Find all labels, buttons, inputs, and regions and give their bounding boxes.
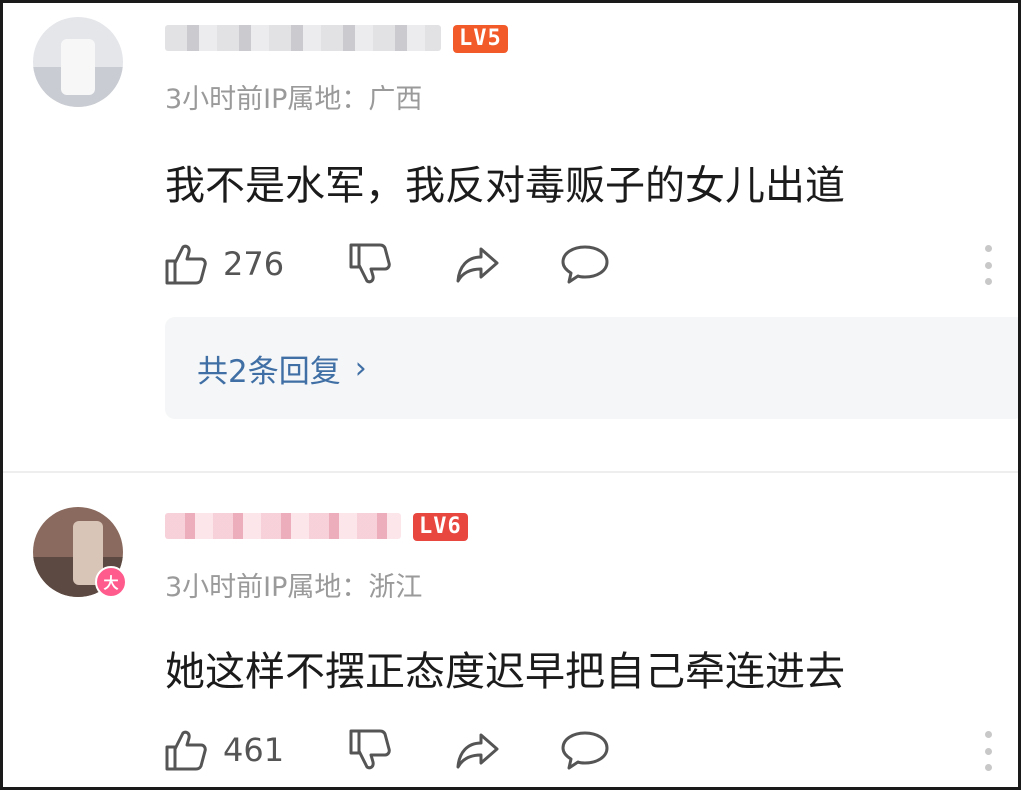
username-blurred[interactable] [165,25,441,51]
speech-bubble-icon [559,241,611,287]
comment-item: LV5 3小时前IP属地：广西 我不是水军，我反对毒贩子的女儿出道 276 共2… [3,3,1018,471]
chevron-right-icon: › [354,350,367,386]
level-badge: LV6 [413,513,468,541]
like-count: 276 [223,245,285,283]
speech-bubble-icon [559,727,611,773]
share-button[interactable] [453,239,503,289]
comment-meta: 3小时前IP属地：浙江 [165,572,423,603]
view-replies-link[interactable]: 共2条回复 › [197,346,367,391]
thumbs-down-icon [347,241,393,287]
replies-count-label: 共2条回复 [197,353,341,390]
dislike-button[interactable] [347,239,393,289]
comment-list: LV5 3小时前IP属地：广西 我不是水军，我反对毒贩子的女儿出道 276 共2… [0,0,1021,790]
username-blurred[interactable] [165,513,401,539]
level-badge: LV5 [453,25,508,53]
thumbs-down-icon [347,727,393,773]
reply-button[interactable] [559,239,611,289]
vip-badge: 大 [95,566,127,598]
share-arrow-icon [453,727,503,773]
like-button[interactable]: 276 [163,239,284,289]
comment-text: 她这样不摆正态度迟早把自己牵连进去 [165,649,845,695]
like-button[interactable]: 461 [163,725,284,775]
comment-text: 我不是水军，我反对毒贩子的女儿出道 [165,163,845,209]
share-button[interactable] [453,725,503,775]
vertical-dots-icon[interactable] [983,245,993,285]
comment-actions: 461 [163,725,993,775]
comment-item: LV6 3小时前IP属地：浙江 她这样不摆正态度迟早把自己牵连进去 461 [3,473,1018,787]
reply-button[interactable] [559,725,611,775]
vertical-dots-icon[interactable] [983,731,993,771]
comment-meta: 3小时前IP属地：广西 [165,84,423,115]
comment-actions: 276 [163,239,993,289]
thumbs-up-icon [163,241,209,287]
thumbs-up-icon [163,727,209,773]
avatar[interactable] [33,17,123,107]
replies-box[interactable]: 共2条回复 › [165,317,1018,419]
dislike-button[interactable] [347,725,393,775]
share-arrow-icon [453,241,503,287]
like-count: 461 [223,731,285,769]
